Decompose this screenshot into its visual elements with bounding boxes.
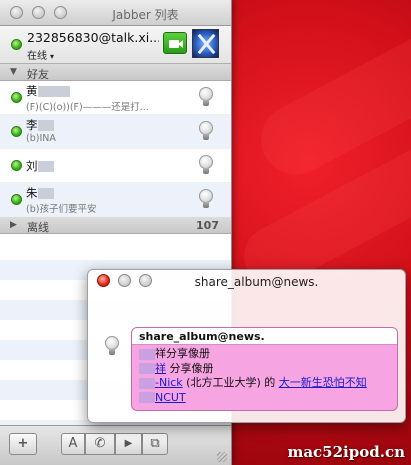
contact-status: (b)INA <box>26 133 56 144</box>
contact-status: (b)孩子们要平安 <box>26 204 97 215</box>
album-link[interactable]: 大一新生恐怕不知 <box>279 376 367 389</box>
contact-name: 李 <box>26 118 38 132</box>
contact-row[interactable]: 朱 (b)孩子们要平安 <box>0 183 231 217</box>
user-avatar[interactable] <box>192 29 219 58</box>
offline-count: 107 <box>196 219 219 232</box>
status-selector[interactable]: 在线 ▾ <box>27 47 54 62</box>
nick-link[interactable]: -Nick <box>155 376 183 389</box>
message-line: (北方工业大学) 的 <box>182 376 279 389</box>
screen-share-button[interactable]: ⧉ <box>142 433 168 455</box>
desktop-streak <box>248 3 411 187</box>
group-label: 好友 <box>27 68 49 81</box>
message-line: 祥分享像册 <box>155 347 210 360</box>
lightbulb-icon <box>199 155 213 175</box>
disclosure-triangle-icon: ▼ <box>10 67 17 77</box>
add-contact-button[interactable]: + <box>9 433 37 455</box>
contact-status: (F)(C)(o))(F)———还是打... <box>26 102 149 113</box>
font-button[interactable]: A <box>61 433 85 455</box>
bubble-sender: share_album@news. <box>132 328 397 345</box>
lightbulb-icon <box>105 336 119 356</box>
online-status-icon <box>11 39 22 50</box>
message-line: 分享像册 <box>166 361 214 375</box>
account-header: 232856830@talk.xi... 在线 ▾ <box>0 26 231 64</box>
bottom-toolbar: + A ✆ ▶ ⧉ <box>0 425 231 465</box>
group-offline-header[interactable]: ▶ 离线 107 <box>0 217 231 234</box>
sender-link[interactable]: 祥 <box>155 362 166 375</box>
contact-row[interactable]: 刘 <box>0 149 231 183</box>
watermark: mac52ipod.cn <box>287 443 405 461</box>
notification-window: share_album@news. share_album@news. 祥分享像… <box>87 269 406 423</box>
group-friends-header[interactable]: ▼ 好友 <box>0 64 231 81</box>
window-title: Jabber 列表 <box>112 8 179 22</box>
contact-row[interactable]: 李 (b)INA <box>0 115 231 149</box>
disclosure-triangle-icon: ▶ <box>10 220 17 230</box>
contact-name: 朱 <box>26 186 38 200</box>
lightbulb-icon <box>199 189 213 209</box>
online-status-icon <box>11 126 22 137</box>
video-call-button[interactable]: ▶ <box>115 433 142 455</box>
lightbulb-icon <box>199 87 213 107</box>
contact-name: 黄 <box>26 84 38 98</box>
resize-grip-icon[interactable] <box>217 452 227 462</box>
lightbulb-icon <box>199 121 213 141</box>
camera-lens-icon <box>178 40 183 48</box>
contact-name: 刘 <box>26 159 38 173</box>
contact-row[interactable]: 黄 (F)(C)(o))(F)———还是打... <box>0 81 231 115</box>
bubble-body: 祥分享像册 祥 分享像册 -Nick (北方工业大学) 的 大一新生恐怕不知 N… <box>132 345 397 405</box>
message-bubble: share_album@news. 祥分享像册 祥 分享像册 -Nick (北方… <box>131 327 398 411</box>
notification-title: share_album@news. <box>194 275 319 289</box>
status-label: 在线 <box>27 51 47 62</box>
online-status-icon <box>11 160 22 171</box>
voice-call-button[interactable]: ✆ <box>85 433 115 455</box>
account-name: 232856830@talk.xi... <box>27 30 159 45</box>
video-camera-button[interactable] <box>163 32 187 54</box>
chevron-down-icon: ▾ <box>50 52 55 61</box>
online-status-icon <box>11 194 22 205</box>
title-bar: Jabber 列表 <box>0 0 231 26</box>
ncut-link[interactable]: NCUT <box>155 391 186 404</box>
group-label: 离线 <box>27 221 49 234</box>
online-status-icon <box>11 92 22 103</box>
